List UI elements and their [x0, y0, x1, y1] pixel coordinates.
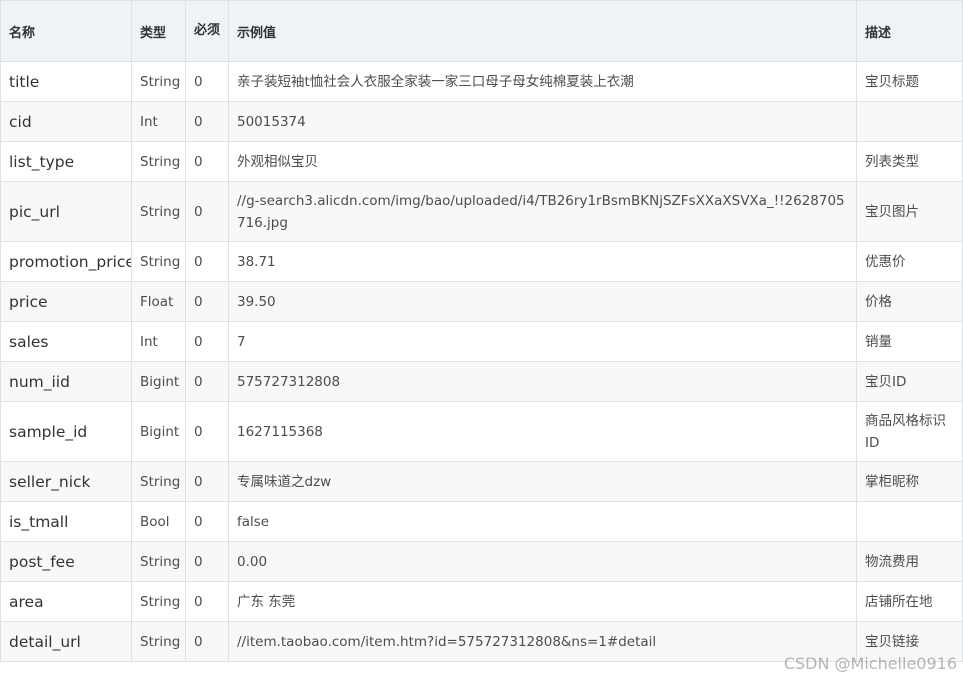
- table-row: sales Int 0 7 销量: [0, 321, 963, 362]
- field-required-cell: 0: [185, 361, 229, 402]
- field-example-cell: 外观相似宝贝: [228, 141, 857, 182]
- field-name-cell: promotion_price: [0, 241, 132, 282]
- field-type-cell: String: [131, 581, 186, 622]
- field-example-cell: 广东 东莞: [228, 581, 857, 622]
- field-name-cell: price: [0, 281, 132, 322]
- field-example-cell: 7: [228, 321, 857, 362]
- field-name-cell: num_iid: [0, 361, 132, 402]
- field-description-cell: 宝贝标题: [856, 61, 963, 102]
- field-type-cell: String: [131, 461, 186, 502]
- field-description-cell: 销量: [856, 321, 963, 362]
- field-type-cell: Int: [131, 101, 186, 142]
- table-row: promotion_price String 0 38.71 优惠价: [0, 241, 963, 282]
- field-name-cell: sales: [0, 321, 132, 362]
- table-row: cid Int 0 50015374: [0, 101, 963, 142]
- field-required-cell: 0: [185, 501, 229, 542]
- field-required-cell: 0: [185, 621, 229, 662]
- table-row: seller_nick String 0 专属味道之dzw 掌柜昵称: [0, 461, 963, 502]
- field-description-cell: [856, 501, 963, 542]
- table-row: sample_id Bigint 0 1627115368 商品风格标识ID: [0, 401, 963, 462]
- field-name-cell: cid: [0, 101, 132, 142]
- field-example-cell: //g-search3.alicdn.com/img/bao/uploaded/…: [228, 181, 857, 242]
- field-name-cell: post_fee: [0, 541, 132, 582]
- field-name-cell: title: [0, 61, 132, 102]
- header-description: 描述: [856, 0, 963, 62]
- field-description-cell: 商品风格标识ID: [856, 401, 963, 462]
- header-type: 类型: [131, 0, 186, 62]
- field-description-cell: 店铺所在地: [856, 581, 963, 622]
- field-description-cell: 宝贝链接: [856, 621, 963, 662]
- field-name-cell: seller_nick: [0, 461, 132, 502]
- header-required: 必须: [185, 0, 229, 62]
- header-name: 名称: [0, 0, 132, 62]
- field-required-cell: 0: [185, 101, 229, 142]
- table-body: title String 0 亲子装短袖t恤社会人衣服全家装一家三口母子母女纯棉夏装上…: [0, 61, 963, 662]
- field-example-cell: 575727312808: [228, 361, 857, 402]
- field-required-cell: 0: [185, 541, 229, 582]
- field-description-cell: [856, 101, 963, 142]
- field-description-cell: 掌柜昵称: [856, 461, 963, 502]
- field-name-cell: is_tmall: [0, 501, 132, 542]
- field-type-cell: Bool: [131, 501, 186, 542]
- field-type-cell: Float: [131, 281, 186, 322]
- field-example-cell: false: [228, 501, 857, 542]
- field-description-cell: 列表类型: [856, 141, 963, 182]
- field-example-cell: 39.50: [228, 281, 857, 322]
- field-name-cell: list_type: [0, 141, 132, 182]
- table-row: num_iid Bigint 0 575727312808 宝贝ID: [0, 361, 963, 402]
- field-example-cell: 0.00: [228, 541, 857, 582]
- table-row: price Float 0 39.50 价格: [0, 281, 963, 322]
- field-required-cell: 0: [185, 461, 229, 502]
- field-type-cell: String: [131, 61, 186, 102]
- field-example-cell: 亲子装短袖t恤社会人衣服全家装一家三口母子母女纯棉夏装上衣潮: [228, 61, 857, 102]
- table-row: post_fee String 0 0.00 物流费用: [0, 541, 963, 582]
- field-required-cell: 0: [185, 181, 229, 242]
- field-example-cell: //item.taobao.com/item.htm?id=5757273128…: [228, 621, 857, 662]
- field-required-cell: 0: [185, 241, 229, 282]
- table-row: detail_url String 0//item.taobao.com/item.…: [0, 621, 963, 662]
- field-type-cell: String: [131, 241, 186, 282]
- field-example-cell: 50015374: [228, 101, 857, 142]
- field-name-cell: detail_url: [0, 621, 132, 662]
- page: 名称 类型 必须 示例值 描述 title String 0 亲子装短袖t恤社会人衣服…: [0, 0, 963, 679]
- table-row: area String 0 广东 东莞 店铺所在地: [0, 581, 963, 622]
- field-type-cell: String: [131, 141, 186, 182]
- field-required-cell: 0: [185, 281, 229, 322]
- api-fields-table: 名称 类型 必须 示例值 描述 title String 0 亲子装短袖t恤社会人衣服…: [0, 0, 963, 662]
- field-description-cell: 宝贝图片: [856, 181, 963, 242]
- field-type-cell: String: [131, 621, 186, 662]
- field-type-cell: String: [131, 181, 186, 242]
- field-required-cell: 0: [185, 401, 229, 462]
- field-example-cell: 38.71: [228, 241, 857, 282]
- field-name-cell: area: [0, 581, 132, 622]
- table-row: is_tmall Bool 0 false: [0, 501, 963, 542]
- field-name-cell: sample_id: [0, 401, 132, 462]
- field-required-cell: 0: [185, 321, 229, 362]
- field-required-cell: 0: [185, 581, 229, 622]
- table-row: title String 0 亲子装短袖t恤社会人衣服全家装一家三口母子母女纯棉夏装上…: [0, 61, 963, 102]
- header-example: 示例值: [228, 0, 857, 62]
- field-example-cell: 1627115368: [228, 401, 857, 462]
- field-description-cell: 优惠价: [856, 241, 963, 282]
- field-example-cell: 专属味道之dzw: [228, 461, 857, 502]
- table-row: list_type String 0 外观相似宝贝 列表类型: [0, 141, 963, 182]
- field-type-cell: String: [131, 541, 186, 582]
- field-type-cell: Bigint: [131, 401, 186, 462]
- table-header-row: 名称 类型 必须 示例值 描述: [0, 0, 963, 62]
- field-name-cell: pic_url: [0, 181, 132, 242]
- field-type-cell: Bigint: [131, 361, 186, 402]
- field-description-cell: 物流费用: [856, 541, 963, 582]
- field-type-cell: Int: [131, 321, 186, 362]
- field-required-cell: 0: [185, 61, 229, 102]
- field-required-cell: 0: [185, 141, 229, 182]
- table-row: pic_url String 0//g-search3.alicdn.com/img…: [0, 181, 963, 242]
- field-description-cell: 宝贝ID: [856, 361, 963, 402]
- field-description-cell: 价格: [856, 281, 963, 322]
